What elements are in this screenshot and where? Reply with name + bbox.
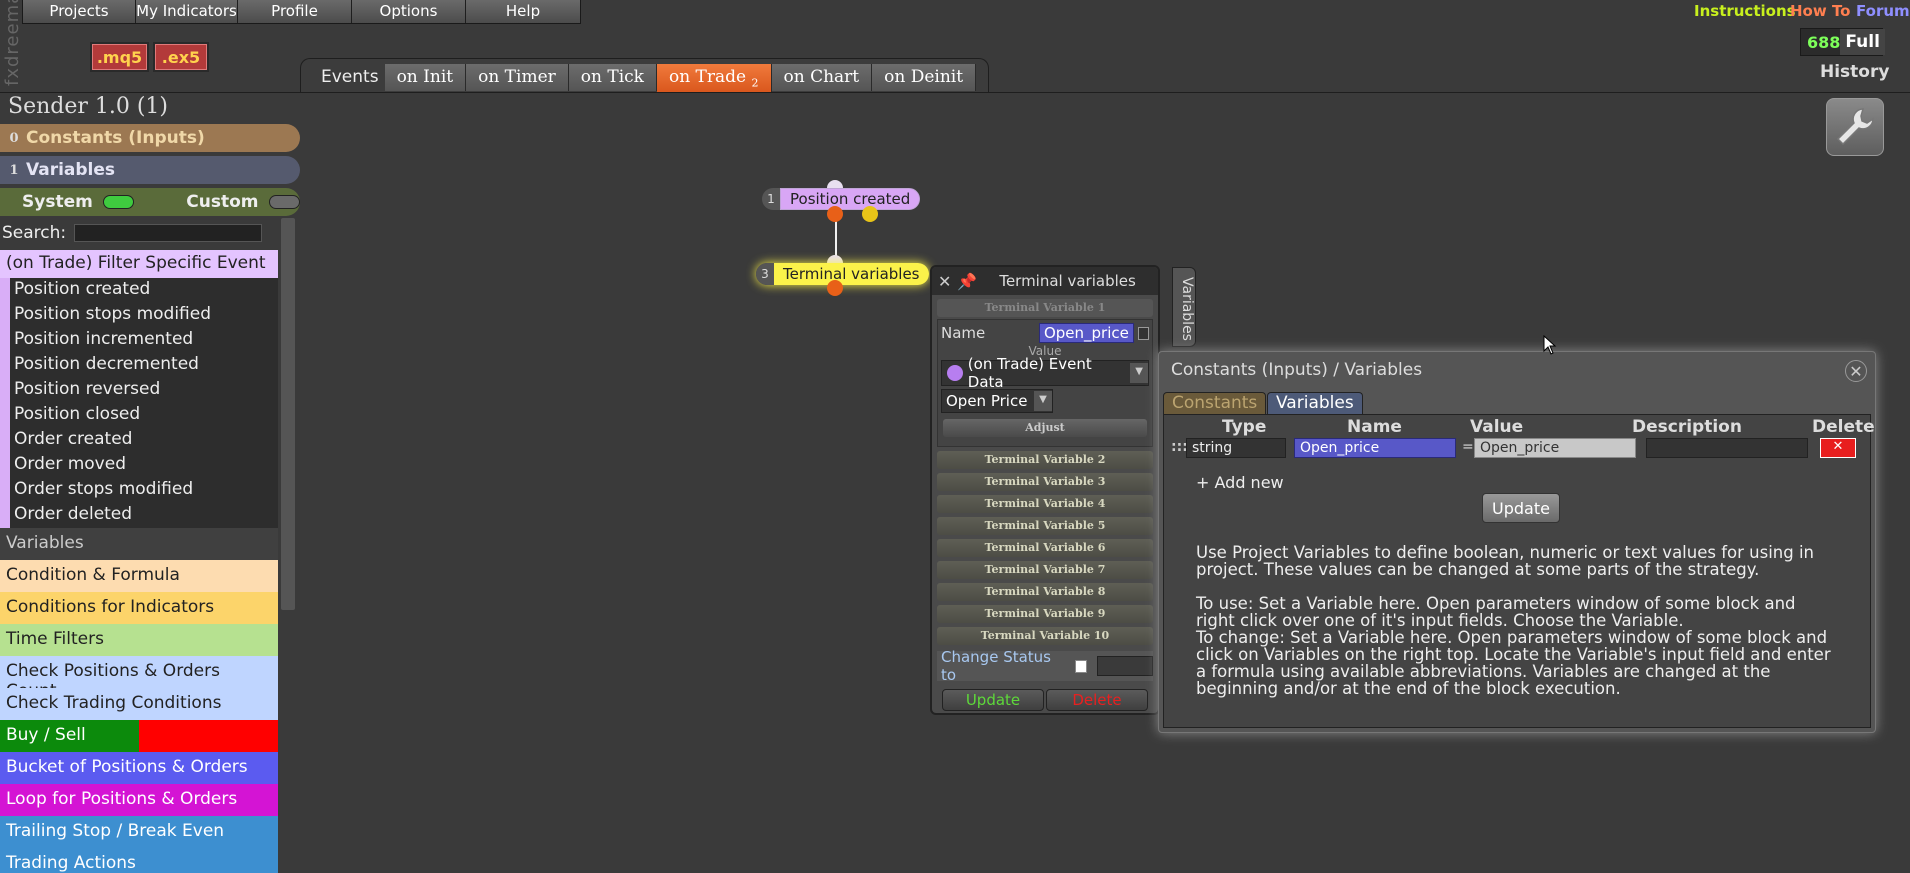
node-number: 3	[756, 263, 774, 285]
delete-button[interactable]: Delete	[1046, 689, 1148, 711]
change-status-input[interactable]	[1097, 656, 1153, 676]
node-terminal-variables[interactable]: 3 Terminal variables	[756, 263, 929, 285]
terminal-variable-header[interactable]: Terminal Variable 9	[937, 605, 1153, 623]
tab-variables[interactable]: Variables	[1267, 392, 1363, 414]
help-paragraph: Use Project Variables to define boolean,…	[1196, 543, 1815, 579]
name-input[interactable]: Open_price	[1038, 323, 1134, 343]
help-paragraph: To change: Set a Variable here. Open par…	[1196, 628, 1831, 698]
chevron-down-icon[interactable]: ▼	[1034, 391, 1052, 411]
close-icon[interactable]: ✕	[1845, 360, 1867, 382]
col-delete: Delete	[1812, 417, 1875, 437]
node-label: Position created	[780, 188, 921, 210]
delete-row-button[interactable]: ✕	[1820, 438, 1856, 458]
type-input[interactable]: string	[1186, 438, 1286, 458]
panel-actions: Update Delete	[942, 689, 1148, 711]
terminal-variable-header[interactable]: Terminal Variable 5	[937, 517, 1153, 535]
node-number: 1	[762, 188, 780, 210]
mouse-cursor-icon	[1543, 335, 1557, 355]
name-checkbox[interactable]	[1137, 326, 1149, 340]
terminal-variable-header[interactable]: Terminal Variable 4	[937, 495, 1153, 513]
node-label: Terminal variables	[774, 263, 929, 285]
node-output-dot[interactable]	[862, 206, 878, 222]
source-select-value: (on Trade) Event Data	[967, 355, 1092, 391]
col-name: Name	[1347, 417, 1402, 437]
dialog-body: Type Name Value Description Delete ::: s…	[1163, 414, 1875, 728]
col-description: Description	[1632, 417, 1742, 437]
update-button[interactable]: Update	[1482, 493, 1560, 523]
tab-constants[interactable]: Constants	[1163, 392, 1267, 414]
pin-icon[interactable]: 📌	[957, 272, 977, 291]
terminal-variable-1-body: Name Open_price Value (on Trade) Event D…	[937, 319, 1153, 447]
name-input[interactable]: Open_price	[1294, 438, 1456, 458]
constants-variables-dialog: Constants (Inputs) / Variables ✕ Constan…	[1158, 351, 1876, 733]
close-icon[interactable]: ✕	[938, 272, 951, 291]
terminal-variable-header[interactable]: Terminal Variable 7	[937, 561, 1153, 579]
terminal-variable-header[interactable]: Terminal Variable 2	[937, 451, 1153, 469]
change-status-label: Change Status to	[941, 648, 1051, 684]
terminal-variable-header[interactable]: Terminal Variable 8	[937, 583, 1153, 601]
node-output-dot[interactable]	[827, 280, 843, 296]
help-paragraph: To use: Set a Variable here. Open parame…	[1196, 594, 1796, 630]
adjust-button[interactable]: Adjust	[943, 419, 1147, 437]
source-select[interactable]: (on Trade) Event Data ▼	[941, 355, 1149, 391]
help-text: Use Project Variables to define boolean,…	[1196, 544, 1836, 697]
dialog-title: Constants (Inputs) / Variables	[1171, 360, 1423, 380]
terminal-variable-header[interactable]: Terminal Variable 3	[937, 473, 1153, 491]
chevron-down-icon[interactable]: ▼	[1130, 363, 1148, 383]
change-status-row: Change Status to	[937, 648, 1153, 684]
terminal-variable-1-header[interactable]: Terminal Variable 1	[937, 299, 1153, 317]
name-label: Name	[941, 324, 986, 342]
terminal-variable-header[interactable]: Terminal Variable 10	[937, 627, 1153, 645]
update-button[interactable]: Update	[942, 689, 1044, 711]
change-status-checkbox[interactable]	[1075, 659, 1088, 673]
variables-side-tab[interactable]: Variables	[1172, 267, 1196, 347]
field-select[interactable]: Open Price ▼	[941, 389, 1053, 413]
add-new-link[interactable]: + Add new	[1196, 473, 1284, 492]
node-output-dot[interactable]	[827, 206, 843, 222]
field-select-value: Open Price	[946, 392, 1028, 410]
node-position-created[interactable]: 1 Position created	[762, 188, 921, 210]
col-value: Value	[1470, 417, 1524, 437]
value-input[interactable]: Open_price	[1474, 438, 1636, 458]
event-data-icon	[947, 365, 963, 381]
terminal-variable-header[interactable]: Terminal Variable 6	[937, 539, 1153, 557]
terminal-panel-title: Terminal variables	[999, 272, 1136, 290]
terminal-variables-panel: ✕ 📌 Terminal variables Terminal Variable…	[930, 265, 1160, 715]
description-input[interactable]	[1646, 438, 1808, 458]
col-type: Type	[1222, 417, 1267, 437]
terminal-panel-header: ✕ 📌 Terminal variables	[932, 267, 1158, 295]
